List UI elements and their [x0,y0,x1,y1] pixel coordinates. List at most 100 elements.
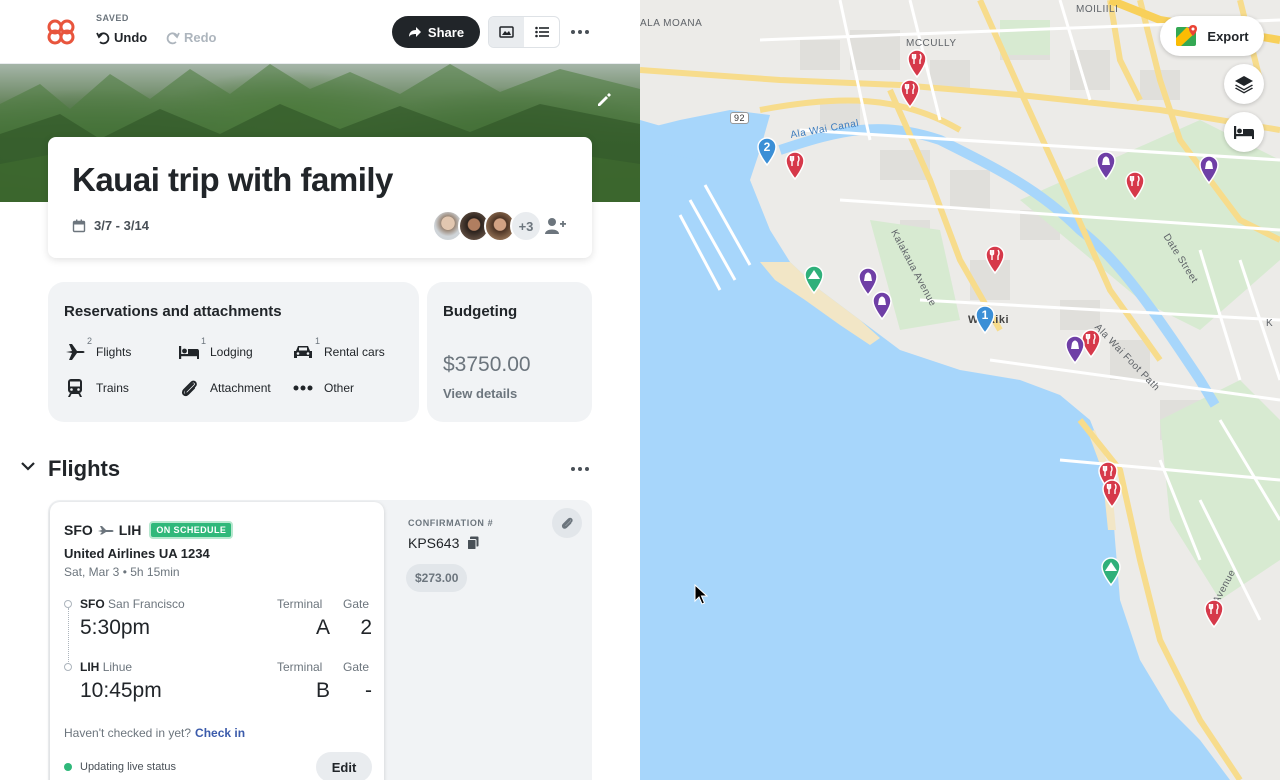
list-icon [534,26,549,38]
undo-button[interactable]: Undo [96,30,147,45]
departure-city: San Francisco [108,597,185,611]
reservation-label: Other [324,381,355,395]
bed-icon [179,346,199,359]
map-label-ala-moana: ALA MOANA [640,18,703,29]
restaurant-pin-icon[interactable] [1101,478,1123,508]
live-status-text: Updating live status [80,761,176,773]
checkin-prompt: Haven't checked in yet? Check in [64,726,245,740]
reservation-attachment[interactable]: Attachment [178,378,271,398]
plane-icon [97,526,114,535]
image-view-button[interactable] [489,17,524,47]
trip-dates[interactable]: 3/7 - 3/14 [72,218,149,233]
park-pin-icon[interactable] [1100,556,1122,586]
redo-icon [166,31,180,44]
more-options-button[interactable] [568,20,592,44]
pin-number: 1 [981,308,989,322]
layers-icon [1235,76,1253,94]
terminal-label: Terminal [277,660,323,674]
flight-route: SFO LIH ON SCHEDULE [64,521,234,539]
map-label-edge: K [1266,318,1274,329]
restaurant-pin-icon[interactable] [784,150,806,180]
reservation-trains[interactable]: Trains [64,378,129,398]
restaurant-pin-icon[interactable] [899,78,921,108]
confirmation-value: KPS643 [408,535,460,551]
segment-connector [68,608,69,664]
trip-panel: SAVED Undo Redo Share Kauai trip with fa… [0,0,640,780]
train-icon [68,379,82,397]
flight-card[interactable]: SFO LIH ON SCHEDULE United Airlines UA 1… [50,502,384,780]
flights-count: 2 [86,336,92,346]
toolbar: SAVED Undo Redo Share [0,0,640,64]
restaurant-pin-icon[interactable] [906,48,928,78]
view-details-link[interactable]: View details [443,386,517,401]
image-icon [499,26,514,38]
restaurant-pin-icon[interactable] [984,244,1006,274]
attraction-pin-icon[interactable] [871,290,893,320]
reservation-label: Flights [96,345,132,359]
rental-cars-count: 1 [314,336,320,346]
arrival-dot [64,663,72,671]
add-person-icon[interactable] [544,216,566,236]
app-logo-icon[interactable] [46,18,76,46]
redo-button[interactable]: Redo [166,30,217,45]
numbered-pin-two[interactable]: 2 [756,136,778,167]
check-in-link[interactable]: Check in [195,726,245,740]
reservation-label: Rental cars [324,345,385,359]
reservation-lodging[interactable]: 1 Lodging [178,336,253,362]
flights-section-header: Flights [20,455,592,483]
park-pin-icon[interactable] [803,264,825,294]
arrival-gate: - [365,679,372,702]
budget-amount: $3750.00 [443,353,531,376]
car-icon [294,346,312,358]
budget-card[interactable]: Budgeting $3750.00 View details [427,282,592,422]
departure-code: SFO [80,597,105,611]
map-view[interactable]: ALA MOANA MCCULLY MOILIILI 92 Ala Wai Ca… [640,0,1280,780]
reservation-label: Trains [96,381,129,395]
pin-number: 2 [763,140,771,154]
edit-button[interactable]: Edit [316,752,372,780]
attraction-pin-icon[interactable] [1095,150,1117,180]
bed-icon [1234,126,1254,139]
airline-flight-number: United Airlines UA 1234 [64,546,210,561]
departure-terminal: A [315,616,330,639]
attraction-pin-icon[interactable] [1064,334,1086,364]
saved-status: SAVED [96,13,129,23]
attach-file-button[interactable] [552,508,582,538]
attraction-pin-icon[interactable] [1198,154,1220,184]
reservation-label: Attachment [210,381,271,395]
numbered-pin-one[interactable]: 1 [974,304,996,335]
more-members-count[interactable]: +3 [510,210,542,242]
checkin-question: Haven't checked in yet? [64,726,192,740]
gate-label: Gate [343,597,370,611]
chevron-down-icon[interactable] [20,461,36,471]
edit-cover-icon[interactable] [594,90,614,110]
copy-icon[interactable] [467,536,479,550]
map-lodging-button[interactable] [1224,112,1264,152]
reservation-flights[interactable]: 2 Flights [64,336,132,362]
more-horizontal-icon [571,467,589,471]
share-button[interactable]: Share [392,16,480,48]
list-view-button[interactable] [524,17,559,47]
trip-title[interactable]: Kauai trip with family [72,161,393,199]
restaurant-pin-icon[interactable] [1124,170,1146,200]
restaurant-pin-icon[interactable] [1203,598,1225,628]
undo-icon [96,31,110,44]
departure-dot [64,600,72,608]
map-layers-button[interactable] [1224,64,1264,104]
lodging-count: 1 [200,336,206,346]
flight-price[interactable]: $273.00 [406,564,468,592]
dots-icon [293,385,313,391]
budget-title: Budgeting [443,303,518,320]
gate-label: Gate [343,660,370,674]
reservation-rental-cars[interactable]: 1 Rental cars [292,336,385,362]
reservation-other[interactable]: Other [292,378,354,398]
status-badge: ON SCHEDULE [149,521,234,539]
more-horizontal-icon [571,30,589,34]
terminal-label: Terminal [277,597,323,611]
view-toggle [488,16,560,48]
reservation-label: Lodging [210,345,253,359]
flight-date-duration: Sat, Mar 3 • 5h 15min [64,565,180,579]
export-button[interactable]: Export [1160,16,1264,56]
trip-members[interactable]: +3 [432,210,542,242]
section-more-button[interactable] [568,457,592,481]
